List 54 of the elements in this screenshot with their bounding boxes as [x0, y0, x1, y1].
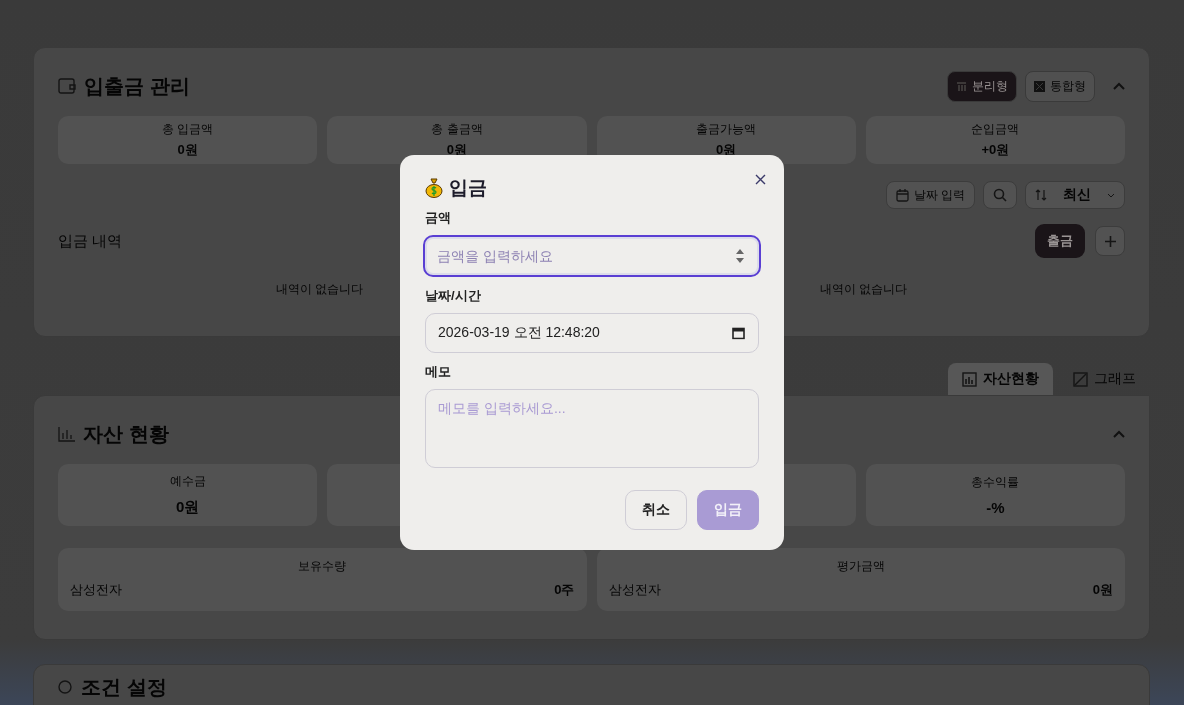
sort-arrows-icon: [1035, 189, 1047, 201]
sort-dropdown[interactable]: 최신: [1025, 181, 1125, 209]
line-chart-icon: [1073, 371, 1088, 387]
stock-name: 삼성전자: [70, 581, 122, 599]
spinner-icon[interactable]: [735, 248, 745, 264]
view-mode-toggle[interactable]: 통합형: [1025, 70, 1095, 102]
stat-value: 0원: [177, 141, 198, 159]
bar-chart-icon: [962, 371, 977, 387]
field-label: 메모: [425, 363, 452, 381]
field-label: 금액: [425, 209, 452, 227]
cross-square-icon: [1034, 80, 1045, 92]
plus-icon: [1104, 235, 1116, 247]
close-icon: [755, 174, 766, 185]
stat-label: 출금가능액: [696, 121, 757, 138]
section-title: 조건 설정: [81, 674, 167, 700]
chevron-up-icon[interactable]: [1113, 82, 1125, 90]
chevron-down-icon: [1107, 192, 1115, 198]
holding-heading: 평가금액: [836, 558, 885, 575]
view-mode-toggle[interactable]: 분리형: [947, 70, 1017, 102]
stat-value: -%: [986, 499, 1005, 516]
columns-icon: [956, 80, 967, 92]
money-bag-icon: [425, 178, 443, 198]
calendar-icon: [895, 188, 909, 202]
empty-message: 내역이 없습니다: [819, 281, 907, 298]
stock-name: 삼성전자: [608, 581, 661, 599]
holding-value: 0원: [1092, 581, 1113, 599]
section-title: 자산 현황: [83, 421, 169, 447]
wallet-icon: [58, 78, 76, 94]
cancel-button[interactable]: 취소: [625, 490, 687, 530]
section-title: 입출금 관리: [84, 73, 190, 99]
date-input-button[interactable]: 날짜 입력: [885, 181, 975, 209]
datetime-field[interactable]: 2026-03-19 오전 12:48:20: [425, 313, 759, 353]
calendar-icon[interactable]: [732, 326, 745, 340]
withdraw-button[interactable]: 출금: [1035, 224, 1085, 258]
stat-label: 예수금: [169, 473, 206, 490]
view-tab[interactable]: 자산현황: [948, 363, 1053, 395]
stat-label: 총 입금액: [161, 121, 214, 138]
amount-field[interactable]: 금액을 입력하세요: [423, 235, 761, 277]
stat-value: 0원: [175, 498, 200, 517]
list-title: 입금 내역: [58, 231, 123, 251]
search-button[interactable]: [983, 181, 1017, 209]
empty-message: 내역이 없습니다: [276, 281, 364, 298]
add-button[interactable]: [1095, 226, 1125, 256]
chevron-up-icon[interactable]: [1113, 430, 1125, 438]
stat-label: 총수익률: [971, 474, 1020, 491]
bar-chart-icon: [58, 426, 75, 442]
stat-label: 총 출금액: [431, 121, 483, 138]
memo-field[interactable]: 메모를 입력하세요...: [425, 389, 759, 468]
stat-label: 순입금액: [971, 121, 1020, 138]
holding-value: 0주: [554, 581, 575, 599]
field-label: 날짜/시간: [425, 287, 482, 305]
dialog-title: 입금: [449, 176, 487, 200]
holding-heading: 보유수량: [298, 558, 347, 575]
stat-value: +0원: [981, 141, 1010, 159]
